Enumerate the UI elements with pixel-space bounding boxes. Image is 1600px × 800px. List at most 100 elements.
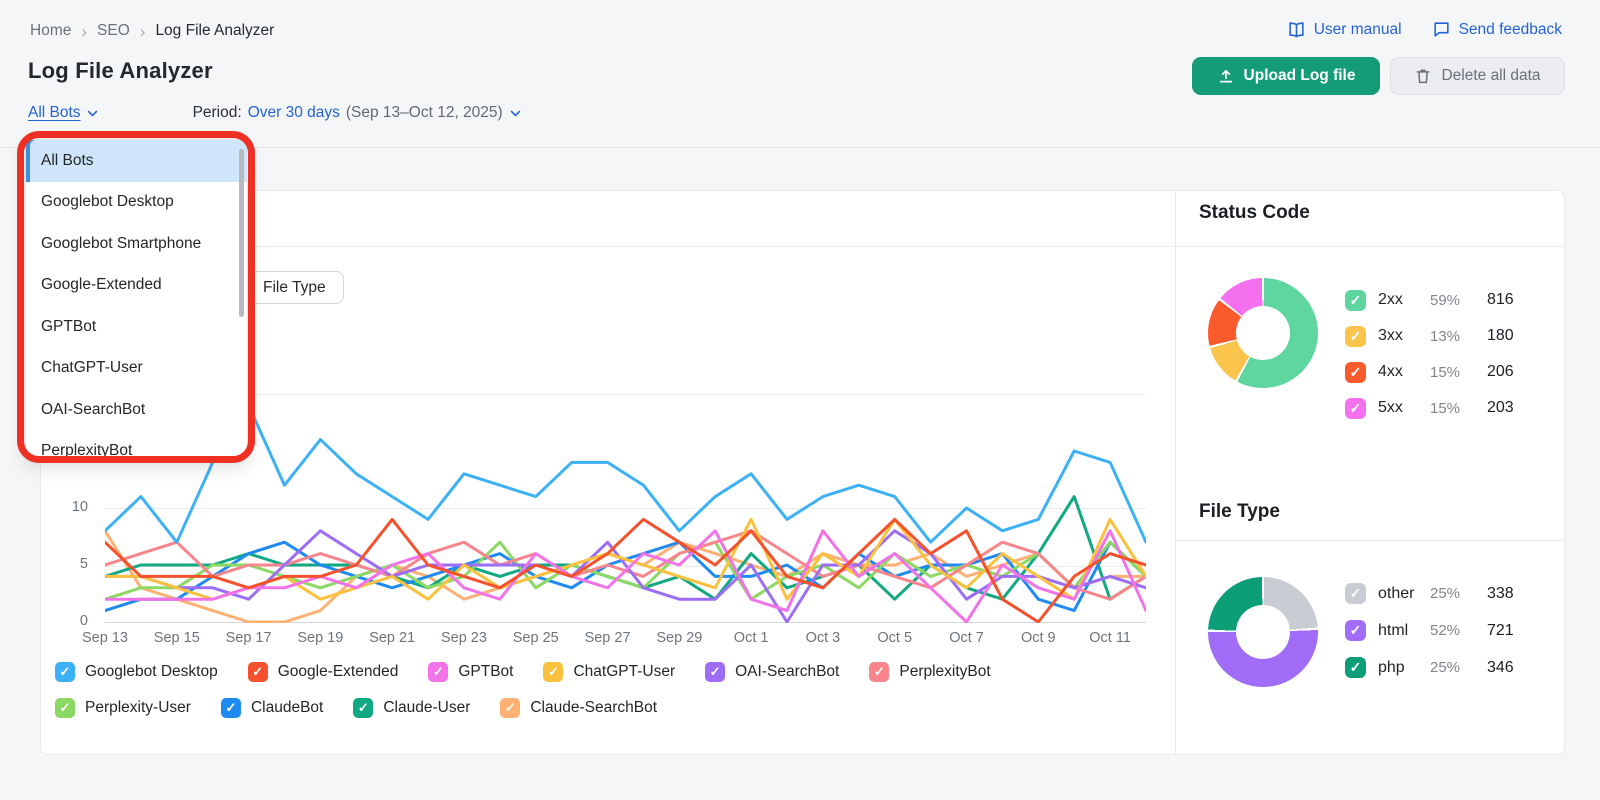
action-buttons: Upload Log file Delete all data xyxy=(1192,57,1565,95)
chevron-right-icon: › xyxy=(139,21,146,41)
x-tick-label-oct-7: Oct 7 xyxy=(949,630,984,646)
legend-label: Google-Extended xyxy=(277,663,399,680)
breadcrumb-item-seo[interactable]: SEO xyxy=(97,22,130,40)
legend-item-google-extended[interactable]: ✓ Google-Extended xyxy=(247,662,399,682)
file-type-legend-label: php xyxy=(1378,658,1405,676)
filter-row: All Bots Period: Over 30 days (Sep 13–Oc… xyxy=(28,104,522,122)
x-tick-label-sep-13: Sep 13 xyxy=(82,630,128,646)
user-manual-label: User manual xyxy=(1313,20,1402,38)
checkbox-checked-icon[interactable]: ✓ xyxy=(1345,620,1366,641)
dropdown-item-chatgpt-user[interactable]: ChatGPT-User xyxy=(26,348,247,390)
dropdown-item-google-extended[interactable]: Google-Extended xyxy=(26,265,247,307)
status-code-legend-label: 5xx xyxy=(1378,399,1403,416)
upload-icon xyxy=(1217,67,1235,85)
page-title: Log File Analyzer xyxy=(28,58,213,83)
x-tick-label-oct-11: Oct 11 xyxy=(1089,630,1131,646)
x-tick-label-sep-21: Sep 21 xyxy=(369,630,416,646)
legend-label: GPTBot xyxy=(458,663,514,680)
checkbox-checked-icon: ✓ xyxy=(543,662,564,682)
file-type-legend-count: 721 xyxy=(1487,621,1514,639)
dropdown-item-all-bots[interactable]: All Bots xyxy=(26,140,247,182)
legend-label: PerplexityBot xyxy=(899,663,991,680)
top-links: User manual Send feedback xyxy=(1287,20,1562,39)
file-type-chip[interactable]: File Type xyxy=(245,271,344,304)
file-type-legend-label: html xyxy=(1378,621,1409,639)
legend-item-gptbot[interactable]: ✓ GPTBot xyxy=(428,662,513,682)
checkbox-checked-icon: ✓ xyxy=(500,698,521,718)
user-manual-link[interactable]: User manual xyxy=(1287,20,1402,39)
delete-all-data-button[interactable]: Delete all data xyxy=(1390,57,1565,95)
checkbox-checked-icon[interactable]: ✓ xyxy=(1345,325,1366,347)
file-type-legend-count: 346 xyxy=(1487,658,1514,676)
chart-legend-row-2: ✓ Perplexity-User ✓ ClaudeBot ✓ Claude-User ✓ C… xyxy=(55,698,657,718)
send-feedback-link[interactable]: Send feedback xyxy=(1432,20,1562,39)
checkbox-checked-icon[interactable]: ✓ xyxy=(1345,361,1366,383)
x-tick-label-oct-1: Oct 1 xyxy=(733,630,769,646)
dropdown-item-googlebot-smartphone[interactable]: Googlebot Smartphone xyxy=(26,223,247,265)
file-type-legend-row-php: ✓ php 25% 346 xyxy=(1345,649,1514,686)
status-code-legend-percent: 59% xyxy=(1430,291,1461,309)
x-tick-label-sep-17: Sep 17 xyxy=(225,630,272,646)
x-tick-label-sep-19: Sep 19 xyxy=(297,630,344,646)
legend-item-perplexitybot[interactable]: ✓ PerplexityBot xyxy=(869,662,991,682)
legend-item-claude-user[interactable]: ✓ Claude-User xyxy=(353,698,470,718)
period-range: (Sep 13–Oct 12, 2025) xyxy=(345,104,503,121)
checkbox-checked-icon[interactable]: ✓ xyxy=(1345,583,1366,604)
period-value: Over 30 days xyxy=(247,104,340,121)
chevron-down-icon xyxy=(86,107,99,120)
file-type-legend-row-html: ✓ html 52% 721 xyxy=(1345,612,1514,649)
legend-item-oai-searchbot[interactable]: ✓ OAI-SearchBot xyxy=(705,662,839,682)
checkbox-checked-icon[interactable]: ✓ xyxy=(1345,657,1366,678)
legend-label: OAI-SearchBot xyxy=(735,663,840,680)
status-code-legend-percent: 13% xyxy=(1430,327,1461,345)
file-type-legend-label: other xyxy=(1378,584,1415,602)
x-tick-label-sep-29: Sep 29 xyxy=(656,630,703,646)
legend-label: ClaudeBot xyxy=(250,699,324,716)
legend-item-perplexity-user[interactable]: ✓ Perplexity-User xyxy=(55,698,191,718)
status-code-legend-count: 180 xyxy=(1487,327,1514,344)
dropdown-item-gptbot[interactable]: GPTBot xyxy=(26,306,247,348)
dropdown-scrollbar[interactable] xyxy=(239,149,244,317)
dropdown-item-googlebot-desktop[interactable]: Googlebot Desktop xyxy=(26,182,247,224)
checkbox-checked-icon[interactable]: ✓ xyxy=(1345,289,1366,311)
status-code-legend-count: 203 xyxy=(1487,399,1514,416)
upload-log-file-button[interactable]: Upload Log file xyxy=(1192,57,1380,95)
checkbox-checked-icon[interactable]: ✓ xyxy=(1345,397,1366,419)
status-code-legend-label: 4xx xyxy=(1378,363,1403,380)
bot-hits-line-chart xyxy=(105,403,1146,623)
donut-hole xyxy=(1236,306,1290,360)
status-code-legend-row-3xx: ✓ 3xx 13% 180 xyxy=(1345,318,1514,354)
status-code-legend-label: 2xx xyxy=(1378,291,1403,308)
checkbox-checked-icon: ✓ xyxy=(247,662,268,682)
checkbox-checked-icon: ✓ xyxy=(353,698,374,718)
legend-item-claudebot[interactable]: ✓ ClaudeBot xyxy=(220,698,324,718)
status-code-legend-percent: 15% xyxy=(1430,399,1461,417)
dropdown-item-oai-searchbot[interactable]: OAI-SearchBot xyxy=(26,389,247,431)
dropdown-item-perplexitybot[interactable]: PerplexityBot xyxy=(26,431,247,461)
period-selector[interactable]: Period: Over 30 days (Sep 13–Oct 12, 202… xyxy=(193,104,522,122)
bot-filter-value: All Bots xyxy=(28,104,81,121)
breadcrumb: Home › SEO › Log File Analyzer xyxy=(30,22,274,40)
file-type-divider xyxy=(1176,540,1565,541)
checkbox-checked-icon: ✓ xyxy=(705,662,726,682)
legend-item-googlebot-desktop[interactable]: ✓ Googlebot Desktop xyxy=(55,662,218,682)
legend-item-claude-searchbot[interactable]: ✓ Claude-SearchBot xyxy=(500,698,657,718)
file-type-legend-percent: 25% xyxy=(1430,659,1461,676)
delete-button-label: Delete all data xyxy=(1441,67,1541,84)
send-feedback-label: Send feedback xyxy=(1458,20,1562,38)
breadcrumb-item-log-file-analyzer: Log File Analyzer xyxy=(155,22,275,39)
book-icon xyxy=(1287,20,1306,39)
status-code-legend-count: 816 xyxy=(1487,291,1514,308)
dropdown-list: All Bots Googlebot Desktop Googlebot Smart… xyxy=(26,140,247,461)
bot-filter-dropdown: All Bots Googlebot Desktop Googlebot Smart… xyxy=(25,139,248,461)
status-code-legend-percent: 15% xyxy=(1430,363,1461,381)
chart-legend-row-1: ✓ Googlebot Desktop ✓ Google-Extended ✓ GPTBo… xyxy=(55,662,991,682)
x-tick-label-sep-15: Sep 15 xyxy=(153,630,200,646)
status-code-legend-row-2xx: ✓ 2xx 59% 816 xyxy=(1345,282,1514,318)
legend-label: ChatGPT-User xyxy=(573,663,676,680)
bot-filter-selector[interactable]: All Bots xyxy=(28,104,99,122)
breadcrumb-item-home[interactable]: Home xyxy=(30,22,71,40)
file-type-donut-chart xyxy=(1208,577,1318,687)
file-type-title: File Type xyxy=(1199,501,1280,522)
legend-item-chatgpt-user[interactable]: ✓ ChatGPT-User xyxy=(543,662,675,682)
